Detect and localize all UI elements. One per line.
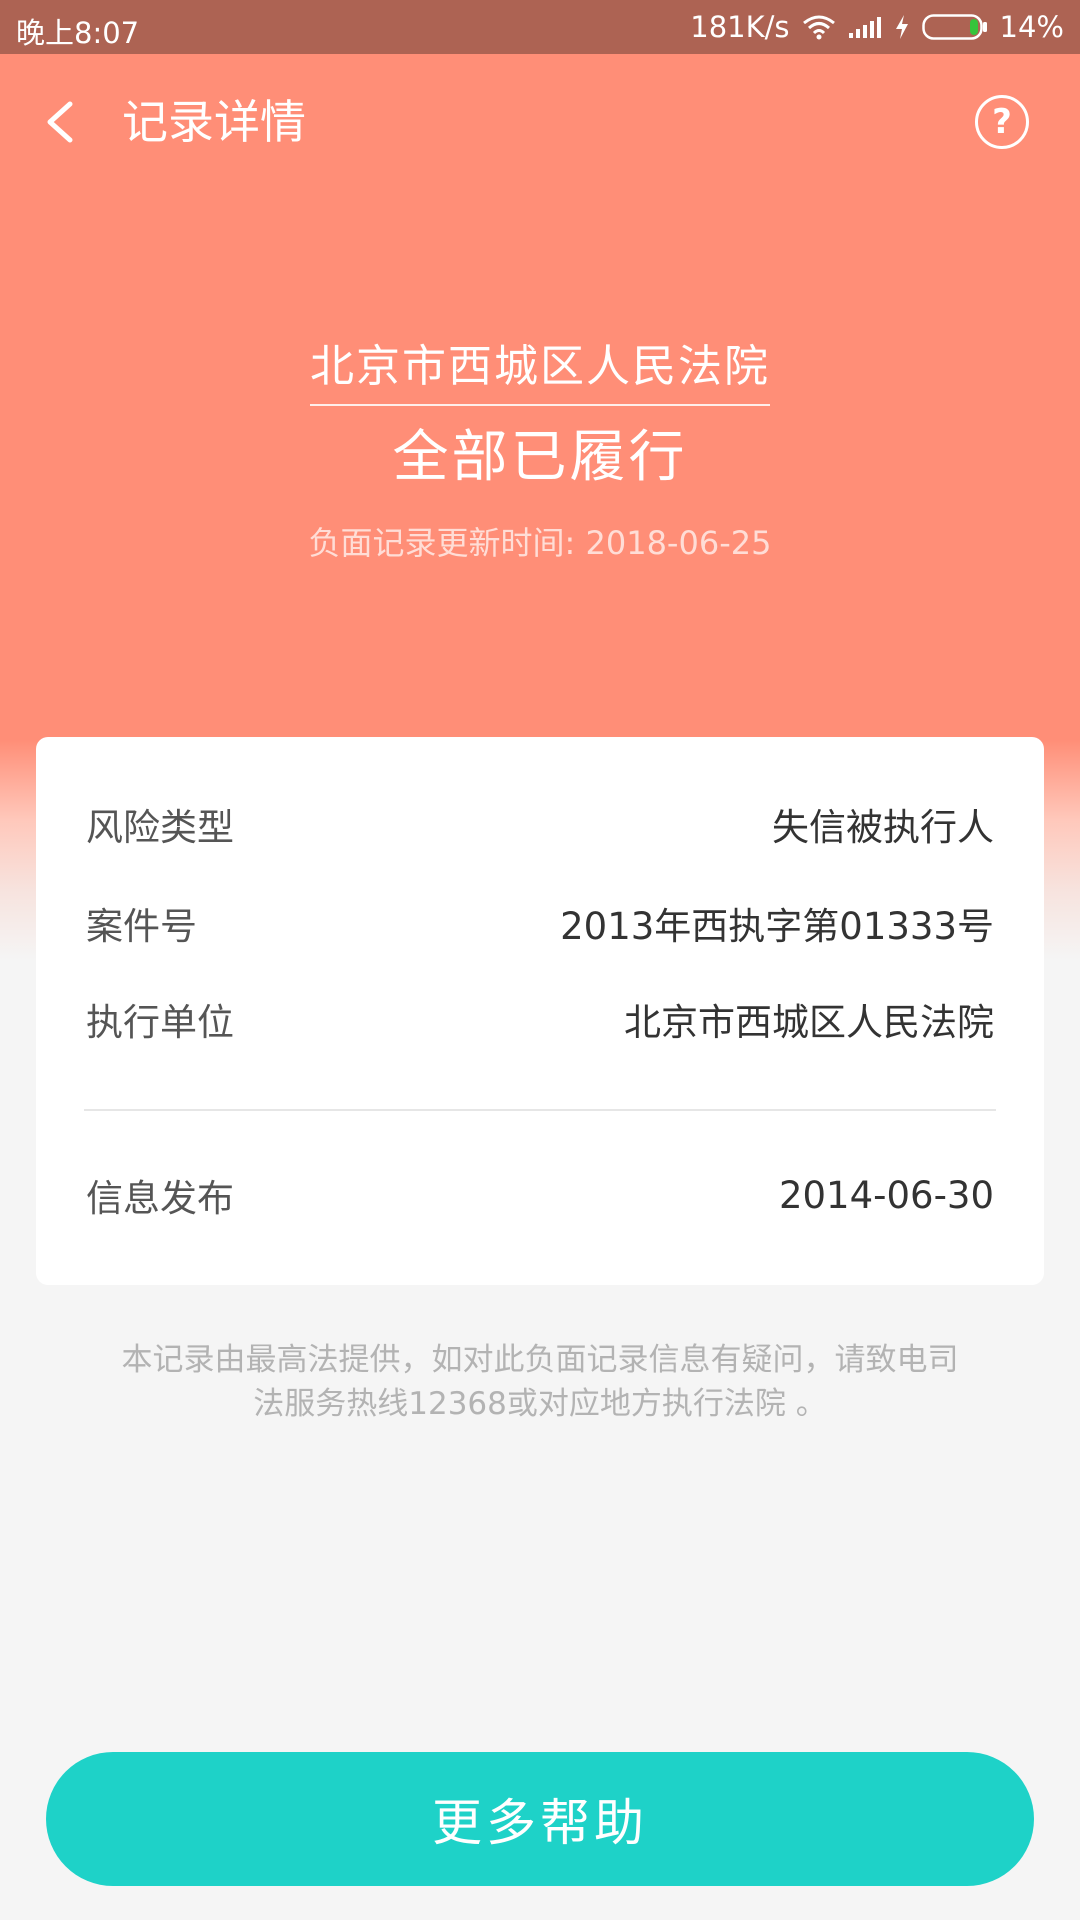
- court-name: 北京市西城区人民法院: [310, 330, 770, 406]
- detail-row-published: 信息发布 2014-06-30: [86, 1165, 994, 1225]
- wifi-icon: [802, 14, 836, 40]
- detail-row-executor: 执行单位 北京市西城区人民法院: [86, 989, 994, 1049]
- detail-label: 案件号: [86, 905, 197, 948]
- signal-icon: [848, 15, 882, 39]
- detail-row-risk-type: 风险类型 失信被执行人: [86, 794, 994, 854]
- detail-value: 北京市西城区人民法院: [624, 1001, 994, 1044]
- detail-label: 风险类型: [86, 806, 234, 849]
- hero-court: 北京市西城区人民法院: [0, 330, 1080, 406]
- footnote: 本记录由最高法提供，如对此负面记录信息有疑问，请致电司法服务热线12368或对应…: [121, 1342, 959, 1422]
- status-time: 晚上8:07: [16, 16, 140, 50]
- detail-label: 信息发布: [86, 1177, 234, 1220]
- charging-icon: [894, 14, 910, 40]
- detail-label: 执行单位: [86, 1001, 234, 1044]
- back-arrow-icon: [47, 101, 73, 143]
- record-status: 全部已履行: [392, 425, 688, 490]
- more-help-button[interactable]: 更多帮助: [46, 1752, 1034, 1886]
- divider: [84, 1109, 996, 1111]
- detail-value: 2013年西执字第01333号: [560, 905, 994, 948]
- status-bar: 晚上8:07 181K/s 14%: [0, 0, 1080, 54]
- detail-value: 失信被执行人: [772, 806, 994, 849]
- battery-icon: [921, 14, 988, 40]
- help-icon: ?: [992, 102, 1012, 142]
- battery-percent: 14%: [999, 10, 1064, 44]
- status-indicators: 181K/s 14%: [690, 10, 1064, 44]
- back-button[interactable]: [40, 92, 88, 152]
- net-speed: 181K/s: [690, 10, 790, 44]
- page-title: 记录详情: [122, 95, 306, 149]
- details-card: 风险类型 失信被执行人 案件号 2013年西执字第01333号 执行单位 北京市…: [36, 737, 1044, 1285]
- detail-row-case-number: 案件号 2013年西执字第01333号: [86, 893, 994, 953]
- help-button[interactable]: ?: [975, 95, 1029, 149]
- detail-value: 2014-06-30: [778, 1173, 994, 1217]
- update-time: 负面记录更新时间: 2018-06-25: [308, 524, 772, 562]
